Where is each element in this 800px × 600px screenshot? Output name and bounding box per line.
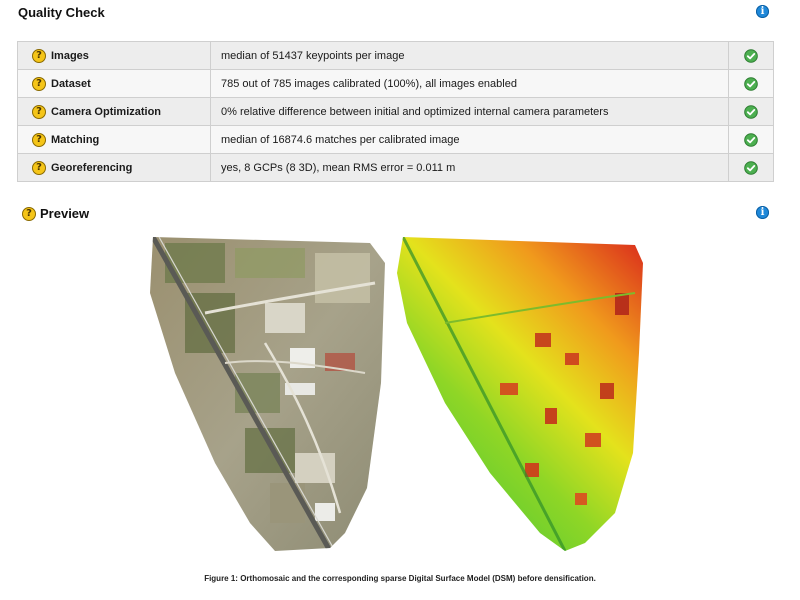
- table-row: ? Images median of 51437 keypoints per i…: [17, 41, 774, 70]
- check-circle-icon: [744, 104, 758, 119]
- question-icon[interactable]: ?: [32, 48, 46, 63]
- info-icon[interactable]: i: [756, 206, 769, 219]
- info-icon[interactable]: i: [756, 5, 769, 18]
- check-circle-icon: [744, 76, 758, 91]
- question-icon[interactable]: ?: [32, 132, 46, 147]
- check-circle-icon: [744, 132, 758, 147]
- row-label: Images: [51, 49, 89, 62]
- preview-header: ? Preview: [22, 206, 89, 221]
- preview-figure: [150, 237, 643, 551]
- table-row: ? Dataset 785 out of 785 images calibrat…: [17, 69, 774, 98]
- figure-caption: Figure 1: Orthomosaic and the correspond…: [204, 574, 596, 583]
- row-value: 0% relative difference between initial a…: [210, 97, 729, 126]
- quality-check-table: ? Images median of 51437 keypoints per i…: [17, 41, 774, 182]
- question-icon[interactable]: ?: [32, 76, 46, 91]
- row-value: yes, 8 GCPs (8 3D), mean RMS error = 0.0…: [210, 153, 729, 182]
- question-icon[interactable]: ?: [32, 104, 46, 119]
- row-label: Camera Optimization: [51, 105, 162, 118]
- row-value: median of 16874.6 matches per calibrated…: [210, 125, 729, 154]
- row-value: 785 out of 785 images calibrated (100%),…: [210, 69, 729, 98]
- quality-check-title: Quality Check: [18, 5, 105, 20]
- question-icon[interactable]: ?: [22, 206, 36, 221]
- row-label: Matching: [51, 133, 100, 146]
- table-row: ? Georeferencing yes, 8 GCPs (8 3D), mea…: [17, 153, 774, 182]
- orthomosaic-image: [150, 237, 385, 551]
- row-value: median of 51437 keypoints per image: [210, 41, 729, 70]
- row-label: Georeferencing: [51, 161, 133, 174]
- question-icon[interactable]: ?: [32, 160, 46, 175]
- dsm-image: [397, 237, 643, 551]
- table-row: ? Camera Optimization 0% relative differ…: [17, 97, 774, 126]
- check-circle-icon: [744, 48, 758, 63]
- preview-title: Preview: [40, 206, 90, 221]
- row-label: Dataset: [51, 77, 91, 90]
- quality-report-page: Quality Check i ? Images median of 51437…: [0, 0, 800, 600]
- table-row: ? Matching median of 16874.6 matches per…: [17, 125, 774, 154]
- check-circle-icon: [744, 160, 758, 175]
